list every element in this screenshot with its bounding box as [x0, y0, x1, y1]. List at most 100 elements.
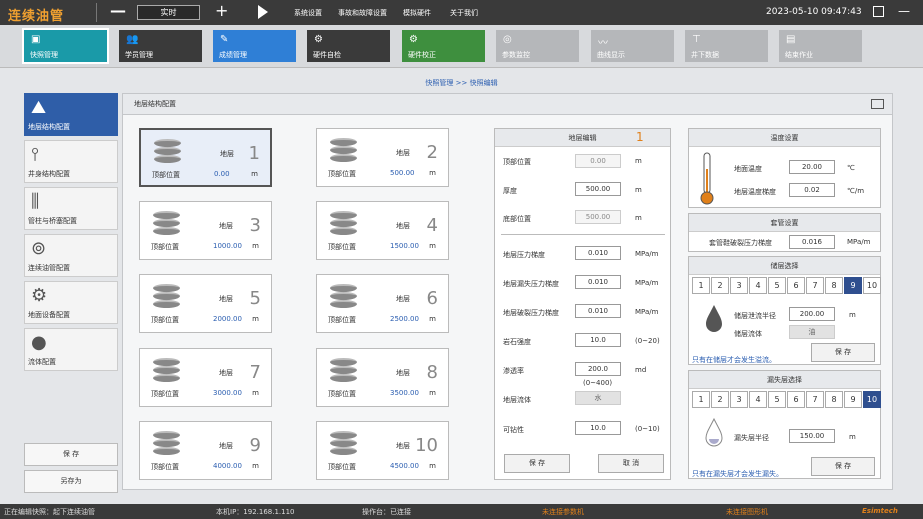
layer-select-button[interactable]: 9: [844, 391, 862, 408]
layer-card[interactable]: 地层 1 顶部位置 0.00 m: [139, 128, 272, 187]
title-bar: 连续油管 — 实时 + 系统设置 事故和故障设置 模拟硬件 关于我们 2023-…: [0, 0, 923, 25]
reservoir-save-button[interactable]: 保 存: [811, 343, 875, 362]
thickness-field[interactable]: 500.00: [575, 182, 621, 196]
layer-select-button[interactable]: 5: [768, 391, 786, 408]
layer-select-button[interactable]: 7: [806, 391, 824, 408]
layer-select-button[interactable]: 6: [787, 277, 805, 294]
surface-temp-field[interactable]: 20.00: [789, 160, 835, 174]
left-save-button[interactable]: 保 存: [24, 443, 118, 466]
layer-select-button[interactable]: 5: [768, 277, 786, 294]
top-position-value: 0.00: [214, 170, 230, 178]
nav-fluid-config[interactable]: ● 流体配置: [24, 328, 118, 371]
layer-card[interactable]: 地层 9 顶部位置 4000.00 m: [139, 421, 272, 480]
layer-select-button[interactable]: 3: [730, 391, 748, 408]
loss-gradient-field[interactable]: 0.010: [575, 275, 621, 289]
menu-system-settings[interactable]: 系统设置: [294, 8, 322, 18]
rock-strength-field[interactable]: 10.0: [575, 333, 621, 347]
breadcrumb: 快照管理 >> 快照编辑: [425, 79, 498, 87]
formation-fluid-select[interactable]: 水: [575, 391, 621, 405]
reservoir-select: 储层选择 1 2 3 4 5 6 7 8 9 10 储层泄流半径 200.00 m 储层流体 油 …: [688, 256, 881, 365]
left-saveas-button[interactable]: 另存为: [24, 470, 118, 493]
mode-display[interactable]: 实时: [137, 5, 200, 20]
toolbar-snapshot-button[interactable]: ▣ 快照管理: [22, 28, 109, 64]
layer-card[interactable]: 地层 2 顶部位置 500.00 m: [316, 128, 449, 187]
unit: m: [849, 311, 856, 319]
menu-simulate-hardware[interactable]: 模拟硬件: [403, 8, 431, 18]
reservoir-radius-field[interactable]: 200.00: [789, 307, 835, 321]
layer-number: 6: [426, 288, 438, 309]
toolbar-monitor-button[interactable]: ◎ 参数监控: [496, 30, 579, 62]
layer-select-button[interactable]: 2: [711, 277, 729, 294]
toolbar-curve-button[interactable]: 〰曲线显示: [591, 30, 674, 62]
layer-select-button[interactable]: 8: [825, 391, 843, 408]
layer-card[interactable]: 地层 7 顶部位置 3000.00 m: [139, 348, 272, 407]
exit-icon[interactable]: [873, 6, 884, 17]
toolbar-end-button[interactable]: ▤ 结束作业: [779, 30, 862, 62]
top-position-label: 顶部位置: [151, 243, 179, 251]
permeability-field[interactable]: 200.0: [575, 362, 621, 376]
gear-icon: ⚙: [314, 34, 323, 45]
loss-radius-field[interactable]: 150.00: [789, 429, 835, 443]
layer-select-button[interactable]: 8: [825, 277, 843, 294]
top-position-value: 1500.00: [390, 242, 419, 250]
layer-select-button[interactable]: 10: [863, 391, 881, 408]
decrease-button[interactable]: —: [110, 1, 126, 20]
thickness-label: 厚度: [503, 187, 517, 195]
layer-card[interactable]: 地层 6 顶部位置 2500.00 m: [316, 274, 449, 333]
nav-equipment-config[interactable]: ⚙ 地面设备配置: [24, 281, 118, 324]
loss-save-button[interactable]: 保 存: [811, 457, 875, 476]
casing-gradient-field[interactable]: 0.016: [789, 235, 835, 249]
layer-select-button[interactable]: 4: [749, 277, 767, 294]
unit: m: [429, 242, 436, 250]
layer-select-button[interactable]: 3: [730, 277, 748, 294]
menu-about[interactable]: 关于我们: [450, 8, 478, 18]
pressure-gradient-field[interactable]: 0.010: [575, 246, 621, 260]
strata-icon: ⛰: [31, 97, 47, 118]
nav-wellbore-config[interactable]: ⫯ 井身结构配置: [24, 140, 118, 183]
increase-button[interactable]: +: [215, 1, 228, 20]
layer-card[interactable]: 地层 8 顶部位置 3500.00 m: [316, 348, 449, 407]
play-button[interactable]: [258, 5, 268, 19]
end-icon: ▤: [786, 34, 796, 45]
toolbar-calibrate-button[interactable]: ⚙ 硬件校正: [402, 30, 485, 62]
strata-icon: [330, 284, 357, 308]
layer-select-button[interactable]: 10: [863, 277, 881, 294]
layer-card[interactable]: 地层 10 顶部位置 4500.00 m: [316, 421, 449, 480]
top-position-value: 3500.00: [390, 389, 419, 397]
exit-icon[interactable]: [871, 99, 884, 109]
layer-select-button[interactable]: 6: [787, 391, 805, 408]
nav-strata-config[interactable]: ⛰ 地层结构配置: [24, 93, 118, 136]
reservoir-fluid-select[interactable]: 油: [789, 325, 835, 339]
layer-select-button[interactable]: 4: [749, 391, 767, 408]
layer-card[interactable]: 地层 3 顶部位置 1000.00 m: [139, 201, 272, 260]
edit-cancel-button[interactable]: 取 消: [598, 454, 664, 473]
layer-number: 5: [249, 288, 261, 309]
unit: m: [252, 462, 259, 470]
toolbar-downhole-button[interactable]: ⊤ 井下数据: [685, 30, 768, 62]
nav-pipe-config[interactable]: ⫼ 管柱与桥塞配置: [24, 187, 118, 230]
datetime: 2023-05-10 09:47:43: [766, 7, 862, 17]
strata-icon: [153, 284, 180, 308]
unit: ℃: [847, 164, 855, 172]
layer-select-button[interactable]: 1: [692, 391, 710, 408]
toolbar-score-button[interactable]: ✎ 成绩管理: [213, 30, 296, 62]
divider: [96, 3, 97, 22]
menu-fault-settings[interactable]: 事故和故障设置: [338, 8, 387, 18]
fracture-gradient-field[interactable]: 0.010: [575, 304, 621, 318]
toolbar-selfcheck-button[interactable]: ⚙ 硬件自检: [307, 30, 390, 62]
drillability-field[interactable]: 10.0: [575, 421, 621, 435]
layer-select-button[interactable]: 1: [692, 277, 710, 294]
strata-icon: [330, 431, 357, 455]
layer-select-button[interactable]: 2: [711, 391, 729, 408]
status-bar: 正在编辑快照：起下连续油管 本机IP：192.168.1.110 操作台：已连接…: [0, 504, 923, 519]
layer-card[interactable]: 地层 4 顶部位置 1500.00 m: [316, 201, 449, 260]
edit-save-button[interactable]: 保 存: [504, 454, 570, 473]
minimize-icon[interactable]: —: [898, 4, 910, 18]
nav-reel-config[interactable]: ⊚ 连续油管配置: [24, 234, 118, 277]
layer-card[interactable]: 地层 5 顶部位置 2000.00 m: [139, 274, 272, 333]
pipe-icon: ⫼: [31, 191, 40, 212]
layer-select-button[interactable]: 7: [806, 277, 824, 294]
toolbar-trainee-button[interactable]: 👥 学员管理: [119, 30, 202, 62]
temp-gradient-field[interactable]: 0.02: [789, 183, 835, 197]
layer-select-button[interactable]: 9: [844, 277, 862, 294]
